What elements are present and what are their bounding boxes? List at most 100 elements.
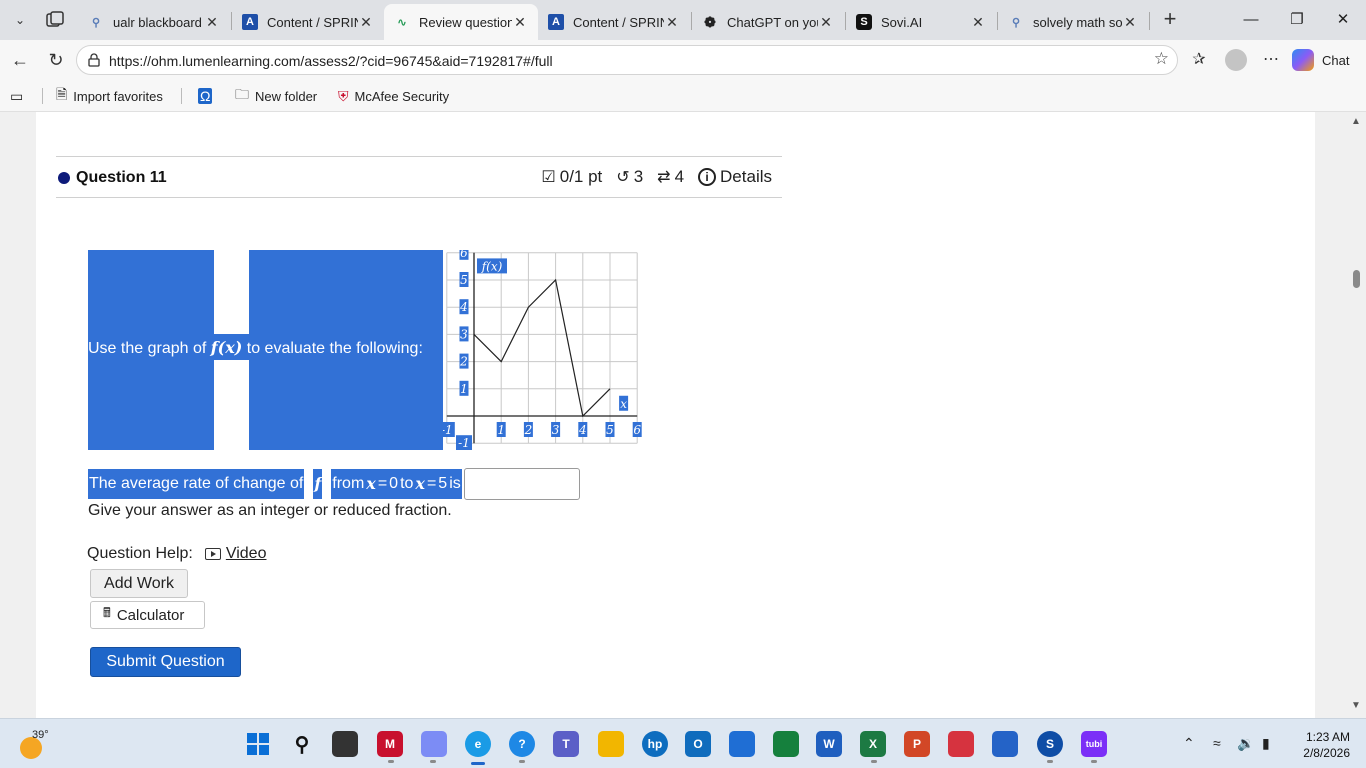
- question-header: Question 11 ☑ 0/1 pt ↺ 3 ⇄ 4 i Details: [56, 156, 782, 198]
- workspaces-icon[interactable]: [44, 9, 66, 31]
- site-info-icon[interactable]: [87, 53, 101, 67]
- tab-actions-menu-button[interactable]: ⌄: [7, 7, 33, 33]
- tab-solvely[interactable]: ⚲ solvely math solve ✕: [998, 4, 1148, 40]
- retries-count: 3: [633, 167, 644, 186]
- scrollbar-thumb[interactable]: [1353, 270, 1360, 288]
- copilot-chat-button[interactable]: Chat: [1292, 46, 1360, 74]
- close-tab-icon[interactable]: ✕: [1122, 14, 1138, 31]
- help-taskbar-icon[interactable]: ?: [509, 731, 535, 757]
- search-icon: ⚲: [1011, 16, 1021, 29]
- refresh-button[interactable]: ↻: [42, 46, 70, 74]
- score-indicator: ☑ 0/1 pt: [537, 167, 602, 187]
- add-work-button[interactable]: Add Work: [90, 569, 188, 598]
- search-taskbar-icon[interactable]: ⚲: [289, 731, 315, 757]
- tab-title: Sovi.AI: [881, 14, 923, 30]
- url-text[interactable]: https://ohm.lumenlearning.com/assess2/?c…: [109, 53, 553, 69]
- video-link[interactable]: Video: [204, 545, 266, 563]
- navigation-toolbar: ← ↻ https://ohm.lumenlearning.com/assess…: [0, 40, 1366, 80]
- x-tick-label: 6: [633, 423, 641, 437]
- tab-title: solvely math solve: [1033, 14, 1122, 30]
- close-tab-icon[interactable]: ✕: [512, 14, 528, 31]
- reading-view-icon[interactable]: ▭: [10, 86, 29, 106]
- start-button[interactable]: [245, 731, 271, 757]
- favorite-label: McAfee Security: [354, 88, 450, 104]
- sovi-taskbar-icon[interactable]: S: [1037, 731, 1063, 757]
- close-tab-icon[interactable]: ✕: [664, 14, 680, 31]
- address-bar[interactable]: https://ohm.lumenlearning.com/assess2/?c…: [76, 45, 1178, 75]
- scroll-down-arrow[interactable]: ▼: [1351, 700, 1361, 711]
- running-indicator: [871, 760, 877, 763]
- x-tick-label: -1: [443, 423, 453, 437]
- volume-icon[interactable]: 🔉: [1237, 735, 1254, 752]
- money-icon[interactable]: [773, 731, 799, 757]
- tubi-icon[interactable]: tubi: [1081, 731, 1107, 757]
- scroll-up-arrow[interactable]: ▲: [1351, 116, 1361, 127]
- question-title: Question 11: [76, 169, 167, 186]
- favorite-label: New folder: [255, 88, 318, 104]
- clock-date: 2/8/2026: [1303, 746, 1350, 760]
- back-button[interactable]: ←: [6, 46, 34, 74]
- y-tick-label: -1: [458, 436, 470, 450]
- tab-content-spring-1[interactable]: A Content / SPRING ✕: [232, 4, 384, 40]
- math-number: 0: [388, 469, 400, 499]
- red-app-icon[interactable]: [948, 731, 974, 757]
- windows-icon: [247, 733, 269, 755]
- question-page: Question 11 ☑ 0/1 pt ↺ 3 ⇄ 4 i Details U…: [36, 112, 1315, 718]
- battery-icon[interactable]: ▮: [1262, 735, 1270, 752]
- tab-chatgpt[interactable]: ❁ ChatGPT on your c ✕: [692, 4, 844, 40]
- tab-sovi-ai[interactable]: S Sovi.AI ✕: [846, 4, 996, 40]
- running-indicator: [1047, 760, 1053, 763]
- omega-favorite[interactable]: Ω: [198, 86, 218, 106]
- x-tick-label: 2: [524, 423, 533, 437]
- answer-input[interactable]: [463, 468, 580, 500]
- close-tab-icon[interactable]: ✕: [970, 14, 986, 31]
- task-view-icon[interactable]: [332, 731, 358, 757]
- powerpoint-icon[interactable]: P: [904, 731, 930, 757]
- details-button[interactable]: i Details: [694, 167, 772, 187]
- excel-icon[interactable]: X: [860, 731, 886, 757]
- submit-question-button[interactable]: Submit Question: [90, 647, 241, 677]
- new-folder-favorite[interactable]: 🗀 New folder: [235, 86, 317, 106]
- tab-strip: ⌄ ⚲ ualr blackboard - S ✕ A Content / SP…: [0, 0, 1366, 40]
- minimize-button[interactable]: —: [1228, 0, 1274, 40]
- close-tab-icon[interactable]: ✕: [204, 14, 220, 31]
- store-icon[interactable]: [729, 731, 755, 757]
- system-clock[interactable]: 1:23 AM 2/8/2026: [1290, 729, 1350, 761]
- close-tab-icon[interactable]: ✕: [358, 14, 374, 31]
- hp-icon[interactable]: hp: [642, 731, 668, 757]
- checkbox-icon: ☑: [541, 169, 556, 186]
- close-window-button[interactable]: ✕: [1320, 0, 1366, 40]
- sovi-icon: S: [856, 14, 872, 30]
- microsoft-store-icon[interactable]: [992, 731, 1018, 757]
- teams-taskbar-icon[interactable]: T: [553, 731, 579, 757]
- question-status-dot: [58, 172, 70, 184]
- outlook-icon[interactable]: O: [685, 731, 711, 757]
- calculator-button[interactable]: 🖩 Calculator: [90, 601, 205, 629]
- word-icon[interactable]: W: [816, 731, 842, 757]
- favorites-icon[interactable]: ✰: [1189, 50, 1209, 70]
- wifi-icon[interactable]: ≈: [1213, 735, 1221, 751]
- show-hidden-icons[interactable]: ⌃: [1183, 735, 1195, 752]
- search-icon: ⚲: [91, 16, 101, 29]
- new-tab-button[interactable]: +: [1158, 8, 1182, 32]
- mcafee-taskbar-icon[interactable]: M: [377, 731, 403, 757]
- edge-taskbar-icon[interactable]: e: [465, 731, 491, 765]
- tab-content-spring-2[interactable]: A Content / SPRING ✕: [538, 4, 690, 40]
- file-explorer-icon[interactable]: [598, 731, 624, 757]
- close-tab-icon[interactable]: ✕: [818, 14, 834, 31]
- mcafee-favorite[interactable]: ⛨ McAfee Security: [338, 86, 449, 106]
- running-indicator: [519, 760, 525, 763]
- y-tick-label: 4: [459, 300, 468, 314]
- tab-title: ChatGPT on your c: [727, 14, 818, 30]
- favorite-star-icon[interactable]: ☆: [1154, 49, 1169, 69]
- copilot-taskbar-icon[interactable]: [421, 731, 447, 757]
- copilot-icon: [1292, 49, 1314, 71]
- profile-avatar[interactable]: [1225, 49, 1247, 71]
- vertical-scrollbar[interactable]: ▲ ▼: [1347, 112, 1366, 718]
- favorites-separator: [181, 88, 182, 104]
- restore-button[interactable]: ❐: [1274, 0, 1320, 40]
- tab-ualr-blackboard[interactable]: ⚲ ualr blackboard - S ✕: [78, 4, 230, 40]
- more-menu-icon[interactable]: ⋯: [1261, 50, 1281, 70]
- tab-review-questions[interactable]: ∿ Review questions ✕: [384, 4, 538, 40]
- import-favorites-link[interactable]: 🗎 Import favorites: [56, 86, 163, 106]
